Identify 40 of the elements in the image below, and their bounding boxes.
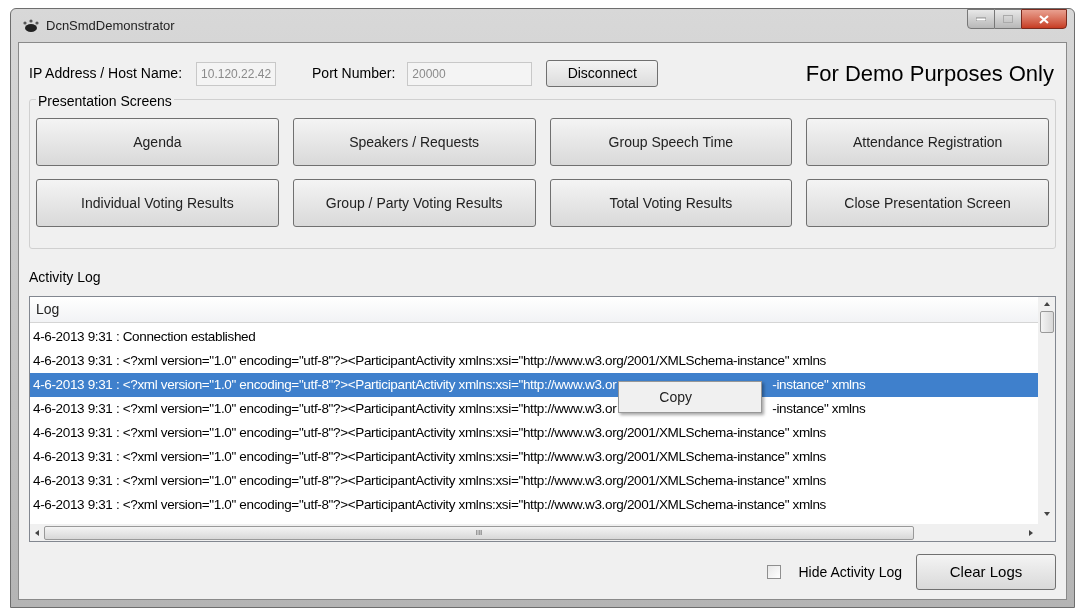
close-icon bbox=[1039, 14, 1049, 24]
scroll-up-icon bbox=[1042, 301, 1051, 307]
maximize-button[interactable] bbox=[995, 9, 1021, 29]
vertical-scrollbar[interactable] bbox=[1038, 297, 1055, 541]
app-icon bbox=[22, 18, 40, 33]
port-number-label: Port Number: bbox=[312, 63, 396, 83]
log-entry: 4-6-2013 9:31 : <?xml version="1.0" encoding="utf-8"?><ParticipantActivity xmlns:xsi="http://www.w3.or bbox=[33, 399, 617, 418]
minimize-icon bbox=[976, 17, 986, 21]
presentation-button[interactable]: Attendance Registration bbox=[806, 118, 1049, 166]
presentation-button[interactable]: Total Voting Results bbox=[549, 179, 793, 227]
ip-address-label: IP Address / Host Name: bbox=[29, 63, 183, 83]
presentation-button[interactable]: Group / Party Voting Results bbox=[292, 179, 536, 227]
presentation-button[interactable]: Individual Voting Results bbox=[36, 179, 279, 227]
activity-log-title: Activity Log bbox=[29, 268, 102, 287]
window-title: DcnSmdDemonstrator bbox=[46, 16, 175, 35]
scroll-down-icon bbox=[1042, 511, 1051, 517]
log-entry: 4-6-2013 9:31 : <?xml version="1.0" encoding="utf-8"?><ParticipantActivity xmlns:xsi="http://www.w3.org/2001/XMLSchema-instance" xmlns bbox=[33, 423, 826, 442]
minimize-button[interactable] bbox=[967, 9, 995, 29]
log-entry-end: -instance" xmlns bbox=[772, 399, 866, 418]
presentation-button[interactable]: Agenda bbox=[36, 118, 279, 166]
log-entry: 4-6-2013 9:31 : <?xml version="1.0" encoding="utf-8"?><ParticipantActivity xmlns:xsi="http://www.w3.org/2001/XMLSchema-instance" xmlns bbox=[33, 351, 826, 370]
checkbox[interactable] bbox=[766, 565, 781, 579]
presentation-button[interactable]: Group Speech Time bbox=[549, 118, 793, 166]
log-entry: 4-6-2013 9:31 : <?xml version="1.0" encoding="utf-8"?><ParticipantActivity xmlns:xsi="http://www.w3.org/2001/XMLSchema-instance" xmlns bbox=[33, 495, 826, 514]
scrollbar-thumb[interactable] bbox=[1039, 311, 1054, 333]
log-entry: 4-6-2013 9:31 : <?xml version="1.0" encoding="utf-8"?><ParticipantActivity xmlns:xsi="http://www.w3.or bbox=[33, 375, 617, 394]
scrollbar-thumb[interactable]: III bbox=[44, 525, 914, 540]
log-entry: 4-6-2013 9:31 : <?xml version="1.0" encoding="utf-8"?><ParticipantActivity xmlns:xsi="http://www.w3.org/2001/XMLSchema-instance" xmlns bbox=[33, 447, 826, 466]
close-button[interactable] bbox=[1021, 9, 1067, 29]
checkbox-label: Hide Activity Log bbox=[798, 562, 902, 582]
demo-notice-text: For Demo Purposes Only bbox=[805, 59, 1054, 88]
maximize-icon bbox=[1003, 15, 1013, 23]
log-entry-end: -instance" xmlns bbox=[772, 375, 866, 394]
grip-glyph: III bbox=[475, 528, 483, 537]
log-entry: 4-6-2013 9:31 : <?xml version="1.0" encoding="utf-8"?><ParticipantActivity xmlns:xsi="http://www.w3.org/2001/XMLSchema-instance" xmlns bbox=[33, 471, 826, 490]
clear-logs-button[interactable]: Clear Logs bbox=[916, 554, 1056, 590]
horizontal-scrollbar[interactable]: III bbox=[30, 524, 1038, 541]
presentation-button[interactable]: Close Presentation Screen bbox=[806, 179, 1049, 227]
log-entry: 4-6-2013 9:31 : Connection established bbox=[33, 327, 256, 346]
presentation-button[interactable]: Speakers / Requests bbox=[292, 118, 536, 166]
